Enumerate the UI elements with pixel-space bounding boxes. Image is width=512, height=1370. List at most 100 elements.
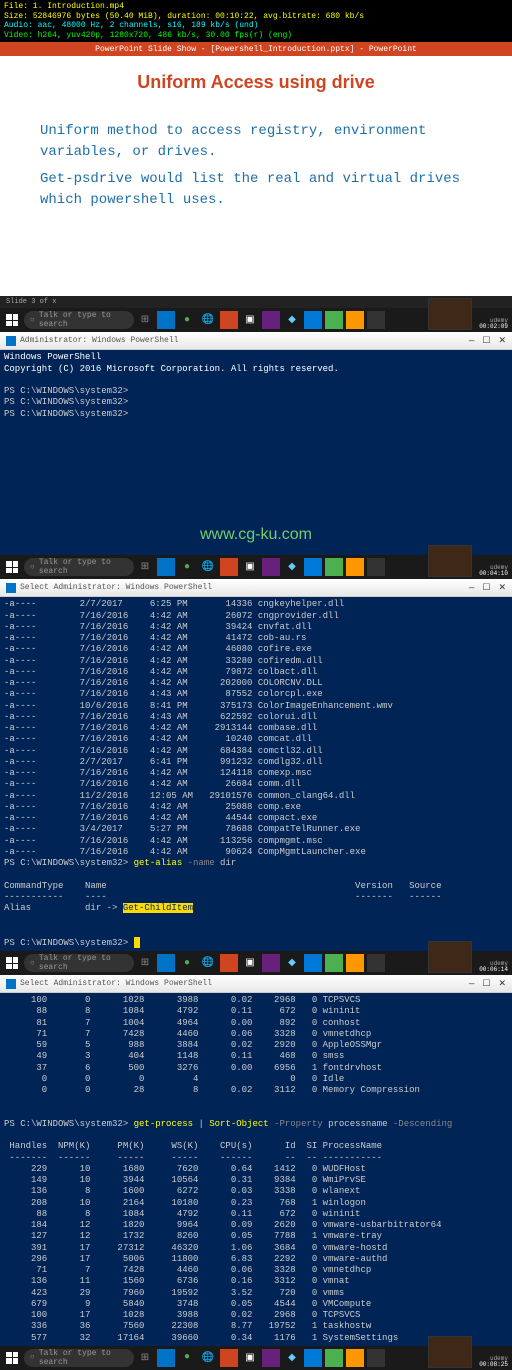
timestamp: udemy00:08:25 <box>479 1356 508 1368</box>
powerpoint-icon[interactable] <box>220 311 238 329</box>
app-icon[interactable] <box>325 954 343 972</box>
taskbar[interactable]: ○Talk or type to search ⊞ ● 🌐 ▣ ◆ udemy0… <box>0 308 512 332</box>
powerpoint-icon[interactable] <box>220 954 238 972</box>
minimize-button[interactable]: — <box>469 583 474 593</box>
search-placeholder: Talk or type to search <box>39 311 128 329</box>
powerpoint-icon[interactable] <box>220 1349 238 1367</box>
task-view-icon[interactable]: ⊞ <box>136 1349 154 1367</box>
start-button[interactable] <box>2 310 22 330</box>
slide-line-2: Get-psdrive would list the real and virt… <box>40 169 472 211</box>
window-controls: — ☐ ✕ <box>469 336 506 346</box>
close-button[interactable]: ✕ <box>498 979 506 989</box>
app-icon[interactable] <box>367 954 385 972</box>
app-icon-4[interactable] <box>304 311 322 329</box>
app-icon[interactable] <box>367 1349 385 1367</box>
chrome-icon[interactable]: 🌐 <box>199 1349 217 1367</box>
maximize-button[interactable]: ☐ <box>482 336 490 346</box>
section-powershell-1: Administrator: Windows PowerShell — ☐ ✕ … <box>0 332 512 579</box>
ps-title-text: Administrator: Windows PowerShell <box>20 336 178 345</box>
slide-line-1: Uniform method to access registry, envir… <box>40 121 472 163</box>
file-explorer-icon[interactable] <box>157 954 175 972</box>
app-icon[interactable] <box>346 954 364 972</box>
app-icon-6[interactable] <box>346 311 364 329</box>
app-icon[interactable]: ● <box>178 1349 196 1367</box>
ps-terminal[interactable]: Windows PowerShell Copyright (C) 2016 Mi… <box>0 350 512 555</box>
minimize-button[interactable]: — <box>469 979 474 989</box>
app-icon[interactable] <box>304 954 322 972</box>
file-explorer-icon[interactable] <box>157 311 175 329</box>
app-icon[interactable]: ◆ <box>283 558 301 576</box>
app-icon-7[interactable] <box>367 311 385 329</box>
webcam-thumbnail <box>428 941 472 973</box>
visual-studio-icon[interactable] <box>262 1349 280 1367</box>
taskbar[interactable]: ○Talk or type to search ⊞ ● 🌐 ▣ ◆ udemy0… <box>0 555 512 579</box>
app-icon[interactable] <box>346 1349 364 1367</box>
app-icon[interactable] <box>304 558 322 576</box>
taskbar[interactable]: ○Talk or type to search ⊞ ● 🌐 ▣ ◆ udemy0… <box>0 951 512 975</box>
app-icon[interactable] <box>325 1349 343 1367</box>
slide-area: Uniform Access using drive Uniform metho… <box>0 56 512 296</box>
powerpoint-titlebar: PowerPoint Slide Show - [Powershell_Intr… <box>0 42 512 56</box>
powerpoint-icon[interactable] <box>220 558 238 576</box>
chrome-icon[interactable]: 🌐 <box>199 311 217 329</box>
app-icon[interactable]: ◆ <box>283 954 301 972</box>
taskbar[interactable]: ○Talk or type to search ⊞ ● 🌐 ▣ ◆ udemy0… <box>0 1346 512 1370</box>
ps-title-text: Select Administrator: Windows PowerShell <box>20 583 212 592</box>
app-icon[interactable] <box>304 1349 322 1367</box>
cortana-search[interactable]: ○Talk or type to search <box>24 558 134 576</box>
visual-studio-icon[interactable] <box>262 954 280 972</box>
app-icon[interactable] <box>325 558 343 576</box>
maximize-button[interactable]: ☐ <box>482 979 490 989</box>
cortana-search[interactable]: ○Talk or type to search <box>24 954 134 972</box>
close-button[interactable]: ✕ <box>498 583 506 593</box>
app-icon[interactable]: ● <box>178 558 196 576</box>
search-icon: ○ <box>30 1353 35 1362</box>
ps-terminal[interactable]: 100 0 1028 3988 0.02 2968 0 TCPSVCS 88 8… <box>0 993 512 1346</box>
app-icon[interactable]: ◆ <box>283 1349 301 1367</box>
timestamp: udemy00:04:10 <box>479 565 508 577</box>
task-view-icon[interactable]: ⊞ <box>136 311 154 329</box>
cortana-search[interactable]: ○Talk or type to search <box>24 1349 134 1367</box>
visual-studio-icon[interactable] <box>262 558 280 576</box>
maximize-button[interactable]: ☐ <box>482 583 490 593</box>
file-explorer-icon[interactable] <box>157 558 175 576</box>
chrome-icon[interactable]: 🌐 <box>199 954 217 972</box>
close-button[interactable]: ✕ <box>498 336 506 346</box>
minimize-button[interactable]: — <box>469 336 474 346</box>
search-icon: ○ <box>30 959 35 968</box>
app-icon-3[interactable]: ◆ <box>283 311 301 329</box>
ps-prompt: PS C:\WINDOWS\system32> <box>4 397 128 407</box>
app-icon-1[interactable]: ● <box>178 311 196 329</box>
windows-logo-icon <box>6 957 18 969</box>
app-icon-2[interactable]: ▣ <box>241 311 259 329</box>
app-icon[interactable]: ▣ <box>241 954 259 972</box>
chrome-icon[interactable]: 🌐 <box>199 558 217 576</box>
powershell-icon <box>6 583 16 593</box>
file-explorer-icon[interactable] <box>157 1349 175 1367</box>
app-icon[interactable] <box>367 558 385 576</box>
app-icon[interactable]: ▣ <box>241 558 259 576</box>
app-icon[interactable] <box>346 558 364 576</box>
cortana-search[interactable]: ○Talk or type to search <box>24 311 134 329</box>
visual-studio-icon[interactable] <box>262 311 280 329</box>
taskbar-icons: ⊞ ● 🌐 ▣ ◆ <box>136 311 385 329</box>
ps-terminal[interactable]: -a---- 2/7/2017 6:25 PM 14336 cngkeyhelp… <box>0 597 512 951</box>
task-view-icon[interactable]: ⊞ <box>136 954 154 972</box>
ps-titlebar[interactable]: Select Administrator: Windows PowerShell… <box>0 975 512 993</box>
file-line: File: 1. Introduction.mp4 <box>4 2 508 12</box>
task-view-icon[interactable]: ⊞ <box>136 558 154 576</box>
windows-logo-icon <box>6 1352 18 1364</box>
timestamp: udemy00:06:14 <box>479 961 508 973</box>
ps-prompt: PS C:\WINDOWS\system32> <box>4 386 128 396</box>
start-button[interactable] <box>2 1348 22 1368</box>
ps-titlebar[interactable]: Select Administrator: Windows PowerShell… <box>0 579 512 597</box>
start-button[interactable] <box>2 557 22 577</box>
powerpoint-title-text: PowerPoint Slide Show - [Powershell_Intr… <box>95 45 417 54</box>
app-icon-5[interactable] <box>325 311 343 329</box>
windows-logo-icon <box>6 314 18 326</box>
app-icon[interactable]: ● <box>178 954 196 972</box>
ps-titlebar[interactable]: Administrator: Windows PowerShell — ☐ ✕ <box>0 332 512 350</box>
app-icon[interactable]: ▣ <box>241 1349 259 1367</box>
slide-body: Uniform method to access registry, envir… <box>40 121 472 211</box>
start-button[interactable] <box>2 953 22 973</box>
